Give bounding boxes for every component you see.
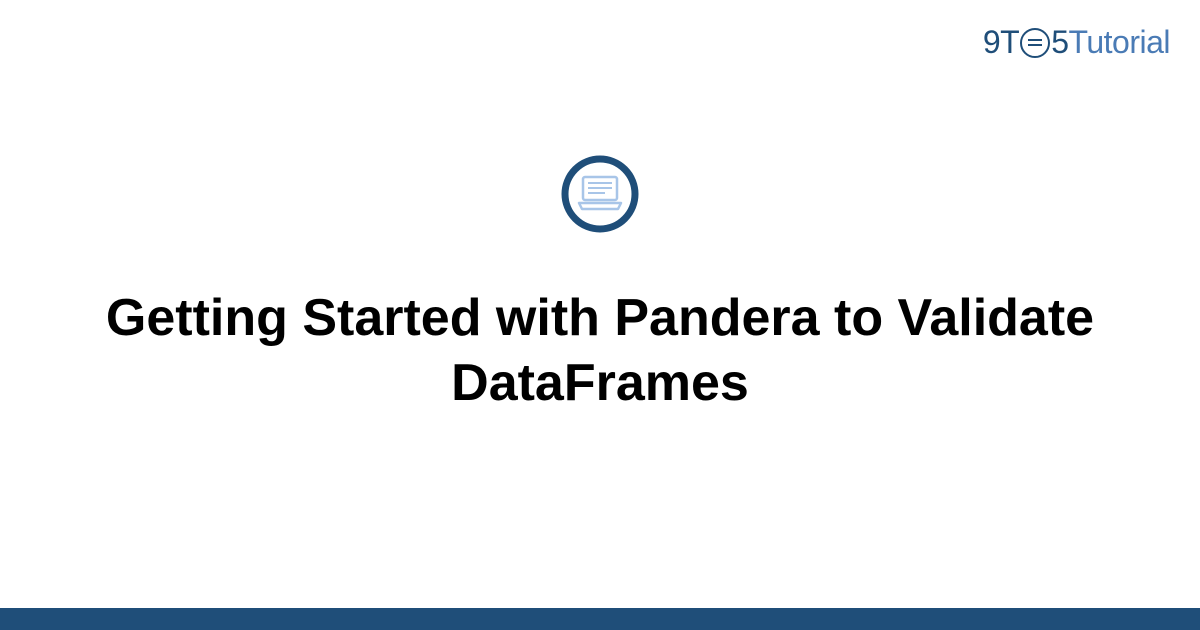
logo-circle-icon — [1020, 28, 1050, 58]
logo-text-5: 5 — [1051, 24, 1068, 61]
logo-text-9t: 9T — [983, 24, 1019, 61]
logo-text-tutorial: Tutorial — [1068, 24, 1170, 61]
site-logo: 9T 5 Tutorial — [983, 24, 1170, 61]
footer-bar — [0, 608, 1200, 630]
laptop-icon — [561, 155, 639, 238]
main-content: Getting Started with Pandera to Validate… — [0, 0, 1200, 630]
page-title: Getting Started with Pandera to Validate… — [100, 286, 1100, 416]
